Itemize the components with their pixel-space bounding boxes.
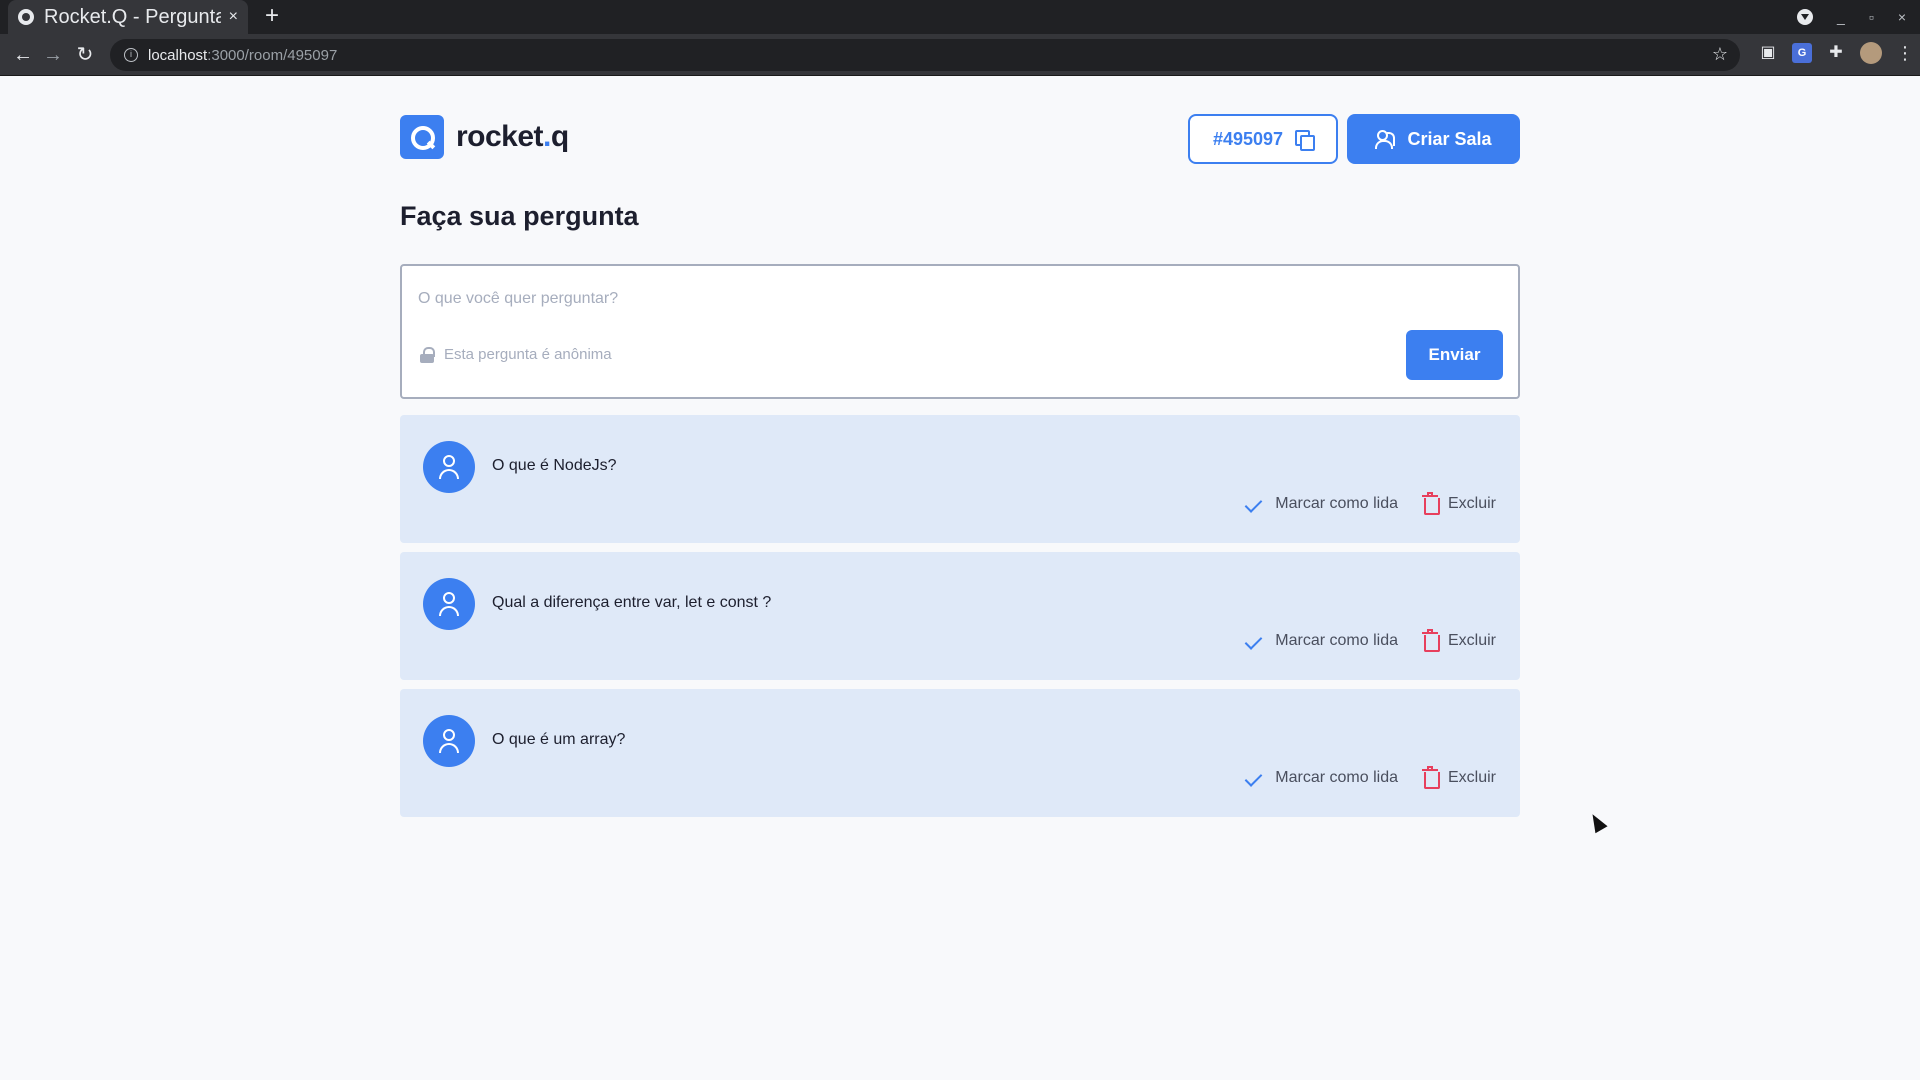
question-actions: Marcar como lida Excluir — [1247, 629, 1496, 652]
question-list: O que é NodeJs? Marcar como lida Excluir… — [400, 415, 1520, 826]
profile-avatar-icon[interactable] — [1860, 42, 1882, 64]
anonymous-note: Esta pergunta é anônima — [420, 346, 612, 363]
bookmark-star-icon[interactable]: ☆ — [1712, 44, 1728, 65]
check-icon — [1247, 498, 1265, 510]
tab-close-icon[interactable]: × — [229, 8, 238, 26]
copy-icon — [1295, 130, 1316, 151]
mark-read-button[interactable]: Marcar como lida — [1247, 632, 1398, 650]
site-info-icon[interactable]: i — [124, 48, 138, 62]
logo-search-icon — [400, 115, 444, 159]
window-controls: _ ▫ × — [1797, 0, 1906, 34]
check-icon — [1247, 772, 1265, 784]
create-room-label: Criar Sala — [1407, 128, 1492, 149]
create-room-button[interactable]: Criar Sala — [1347, 114, 1520, 164]
cast-icon[interactable]: ▣ — [1758, 43, 1778, 63]
user-avatar-icon — [423, 715, 475, 767]
logo-text: rocket.q — [456, 120, 569, 153]
check-icon — [1247, 635, 1265, 647]
send-button[interactable]: Enviar — [1406, 330, 1503, 380]
url-host: localhost — [148, 46, 208, 64]
mark-read-button[interactable]: Marcar como lida — [1247, 495, 1398, 513]
question-text: O que é um array? — [492, 731, 626, 748]
extensions-puzzle-icon[interactable]: ✚ — [1826, 43, 1846, 63]
user-avatar-icon — [423, 578, 475, 630]
trash-icon — [1421, 766, 1440, 789]
reload-icon[interactable]: ↻ — [72, 42, 98, 68]
users-icon — [1375, 130, 1397, 149]
lock-icon — [420, 346, 435, 363]
minimize-button[interactable]: _ — [1837, 9, 1845, 25]
new-tab-button[interactable]: + — [258, 2, 286, 30]
favicon-icon — [18, 9, 34, 25]
trash-icon — [1421, 492, 1440, 515]
maximize-button[interactable]: ▫ — [1869, 9, 1874, 25]
question-actions: Marcar como lida Excluir — [1247, 492, 1496, 515]
tab-title: Rocket.Q - Pergunta — [44, 5, 221, 28]
question-text: Qual a diferença entre var, let e const … — [492, 594, 772, 611]
mark-read-label: Marcar como lida — [1275, 769, 1398, 786]
question-form: Esta pergunta é anônima Enviar — [400, 264, 1520, 399]
question-card: O que é NodeJs? Marcar como lida Excluir — [400, 415, 1520, 543]
browser-menu-icon[interactable]: ⋮ — [1896, 43, 1914, 63]
browser-tab[interactable]: Rocket.Q - Pergunta × — [8, 0, 248, 34]
room-code-label: #495097 — [1212, 128, 1284, 149]
browser-toolbar: ← → ↻ i localhost:3000/room/495097 ☆ ▣ G… — [0, 34, 1920, 76]
mark-read-label: Marcar como lida — [1275, 495, 1398, 512]
page-content: rocket.q #495097 Criar Sala Faça sua per… — [0, 77, 1920, 1080]
question-actions: Marcar como lida Excluir — [1247, 766, 1496, 789]
question-card: O que é um array? Marcar como lida Exclu… — [400, 689, 1520, 817]
translate-icon[interactable]: G — [1792, 43, 1812, 63]
downloads-icon[interactable] — [1797, 9, 1814, 25]
question-text: O que é NodeJs? — [492, 457, 617, 474]
room-code-button[interactable]: #495097 — [1188, 114, 1338, 164]
question-input[interactable] — [418, 284, 1498, 314]
delete-button[interactable]: Excluir — [1421, 629, 1496, 652]
anonymous-note-text: Esta pergunta é anônima — [444, 346, 612, 363]
question-card: Qual a diferença entre var, let e const … — [400, 552, 1520, 680]
page-title: Faça sua pergunta — [400, 201, 639, 231]
close-window-button[interactable]: × — [1898, 9, 1906, 25]
delete-button[interactable]: Excluir — [1421, 766, 1496, 789]
url-path: :3000/room/495097 — [207, 46, 338, 64]
back-arrow-icon[interactable]: ← — [10, 42, 36, 68]
delete-label: Excluir — [1447, 495, 1496, 512]
user-avatar-icon — [423, 441, 475, 493]
browser-tab-bar: Rocket.Q - Pergunta × + _ ▫ × — [0, 0, 1920, 34]
delete-label: Excluir — [1447, 632, 1496, 649]
delete-label: Excluir — [1447, 769, 1496, 786]
delete-button[interactable]: Excluir — [1421, 492, 1496, 515]
forward-arrow-icon[interactable]: → — [40, 42, 66, 68]
mark-read-label: Marcar como lida — [1275, 632, 1398, 649]
mark-read-button[interactable]: Marcar como lida — [1247, 769, 1398, 787]
extension-icons: ▣ G ✚ ⋮ — [1758, 42, 1914, 64]
address-bar[interactable]: i localhost:3000/room/495097 ☆ — [110, 39, 1740, 71]
trash-icon — [1421, 629, 1440, 652]
app-logo[interactable]: rocket.q — [400, 115, 569, 159]
mouse-cursor-icon — [1586, 810, 1608, 834]
